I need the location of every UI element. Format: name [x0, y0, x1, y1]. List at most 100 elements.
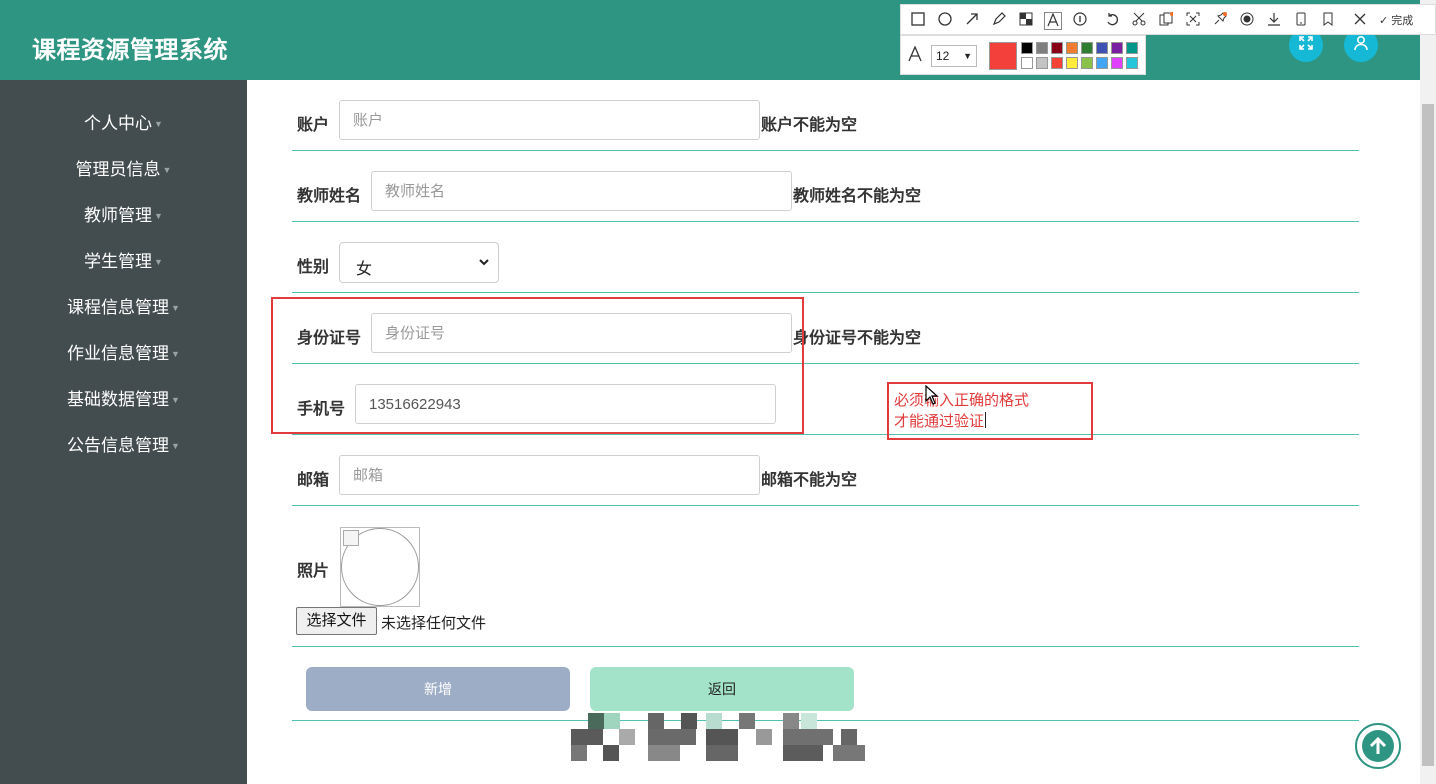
photo-preview	[340, 527, 420, 607]
color-swatch[interactable]	[1126, 57, 1138, 69]
sidebar-item-student-management[interactable]: 学生管理 ▼	[0, 239, 247, 285]
color-swatch[interactable]	[1111, 42, 1123, 54]
file-status-text: 未选择任何文件	[381, 615, 487, 632]
color-swatch[interactable]	[1096, 57, 1108, 69]
caret-down-icon: ▼	[171, 441, 180, 451]
pen-tool-icon[interactable]	[990, 12, 1008, 30]
sidebar-item-homework-info[interactable]: 作业信息管理 ▼	[0, 331, 247, 377]
color-swatch[interactable]	[1066, 57, 1078, 69]
color-swatch[interactable]	[1036, 57, 1048, 69]
color-swatch[interactable]	[1036, 42, 1048, 54]
capture-region-icon[interactable]	[1184, 12, 1202, 30]
sidebar-item-base-data[interactable]: 基础数据管理 ▼	[0, 377, 247, 423]
choose-file-button[interactable]: 选择文件	[296, 607, 377, 635]
download-icon[interactable]	[1265, 12, 1283, 30]
sidebar-item-admin-info[interactable]: 管理员信息 ▼	[0, 147, 247, 193]
color-swatch[interactable]	[1081, 42, 1093, 54]
broken-image-icon	[343, 530, 359, 546]
sidebar-item-label: 教师管理	[84, 206, 153, 225]
sidebar-item-label: 管理员信息	[75, 160, 161, 179]
sidebar-item-label: 个人中心	[84, 114, 153, 133]
done-label: 完成	[1391, 15, 1414, 27]
email-input[interactable]	[339, 455, 760, 495]
add-button[interactable]: 新增	[306, 667, 570, 711]
pin-icon[interactable]	[1211, 12, 1229, 30]
ellipse-tool-icon[interactable]	[936, 12, 954, 30]
gender-select-value: 女	[356, 261, 373, 278]
teacher-name-input[interactable]	[371, 171, 792, 211]
annotation-line-1: 必须输入正确的格式	[894, 392, 1030, 409]
record-icon[interactable]	[1238, 12, 1256, 30]
undo-icon[interactable]	[1103, 12, 1121, 30]
sidebar-item-label: 作业信息管理	[67, 344, 170, 363]
arrow-tool-icon[interactable]	[963, 12, 981, 30]
row-divider	[292, 434, 1359, 435]
annotation-rectangle	[271, 297, 804, 434]
color-swatch[interactable]	[1066, 42, 1078, 54]
photo-label: 照片	[297, 563, 330, 580]
annotation-text: 必须输入正确的格式 才能通过验证	[894, 390, 1029, 432]
check-icon: ✓	[1379, 15, 1389, 27]
email-label: 邮箱	[297, 472, 330, 489]
caret-down-icon: ▼	[171, 395, 180, 405]
mouse-pointer-icon	[925, 384, 939, 410]
color-swatch[interactable]	[1021, 42, 1033, 54]
color-swatch[interactable]	[1126, 42, 1138, 54]
caret-down-icon: ▼	[171, 349, 180, 359]
close-icon[interactable]	[1351, 12, 1369, 30]
row-divider	[292, 221, 1359, 222]
rectangle-tool-icon[interactable]	[909, 12, 927, 30]
sidebar: 个人中心 ▼ 管理员信息 ▼ 教师管理 ▼ 学生管理 ▼ 课程信息管理 ▼ 作业信息管理 ▼…	[0, 80, 247, 784]
color-swatch[interactable]	[1081, 57, 1093, 69]
caret-down-icon: ▼	[154, 211, 163, 221]
expand-icon	[1298, 35, 1314, 56]
app-title: 课程资源管理系统	[32, 37, 228, 64]
id-card-hint: 身份证号不能为空	[793, 330, 922, 347]
color-swatch[interactable]	[1096, 42, 1108, 54]
scissors-icon[interactable]	[1130, 12, 1148, 30]
sidebar-item-label: 课程信息管理	[67, 298, 170, 317]
bookmark-icon[interactable]	[1319, 12, 1337, 30]
caret-down-icon: ▼	[154, 119, 163, 129]
font-icon	[907, 45, 923, 67]
text-options-bar: 12 ▼	[900, 35, 1146, 75]
font-size-value: 12	[936, 49, 950, 63]
current-color-swatch[interactable]	[989, 42, 1017, 70]
row-divider	[292, 292, 1359, 293]
scrollbar-thumb[interactable]	[1422, 104, 1434, 766]
sidebar-item-teacher-management[interactable]: 教师管理 ▼	[0, 193, 247, 239]
teacher-name-label: 教师姓名	[297, 188, 362, 205]
mosaic-redaction	[571, 713, 865, 765]
row-divider	[292, 646, 1359, 647]
scroll-to-top-button[interactable]	[1355, 723, 1401, 769]
sidebar-item-course-info[interactable]: 课程信息管理 ▼	[0, 285, 247, 331]
arrow-up-icon	[1362, 730, 1394, 762]
sidebar-item-notice-info[interactable]: 公告信息管理 ▼	[0, 423, 247, 469]
account-input[interactable]	[339, 100, 760, 140]
back-button[interactable]: 返回	[590, 667, 854, 711]
screenshot-toolbar: ✓ 完成	[900, 4, 1436, 35]
caret-down-icon: ▼	[171, 303, 180, 313]
text-caret	[985, 412, 987, 428]
color-swatch[interactable]	[1111, 57, 1123, 69]
number-tool-icon[interactable]	[1071, 12, 1089, 30]
done-button[interactable]: ✓ 完成	[1379, 12, 1413, 28]
color-swatch[interactable]	[1051, 42, 1063, 54]
mosaic-tool-icon[interactable]	[1017, 12, 1035, 30]
chevron-down-icon	[478, 252, 490, 275]
ocr-icon[interactable]	[1157, 12, 1175, 30]
annotation-line-2: 才能通过验证	[894, 413, 985, 430]
caret-down-icon: ▼	[963, 51, 972, 61]
gender-select[interactable]: 女	[339, 242, 499, 283]
text-tool-icon[interactable]	[1044, 12, 1062, 30]
sidebar-item-label: 公告信息管理	[67, 436, 170, 455]
font-size-select[interactable]: 12 ▼	[931, 45, 977, 67]
teacher-name-hint: 教师姓名不能为空	[793, 188, 922, 205]
color-swatch[interactable]	[1021, 57, 1033, 69]
sidebar-item-personal-center[interactable]: 个人中心 ▼	[0, 101, 247, 147]
caret-down-icon: ▼	[154, 257, 163, 267]
color-swatch[interactable]	[1051, 57, 1063, 69]
sidebar-item-label: 基础数据管理	[67, 390, 170, 409]
phone-save-icon[interactable]	[1292, 12, 1310, 30]
account-hint: 账户不能为空	[761, 117, 858, 134]
